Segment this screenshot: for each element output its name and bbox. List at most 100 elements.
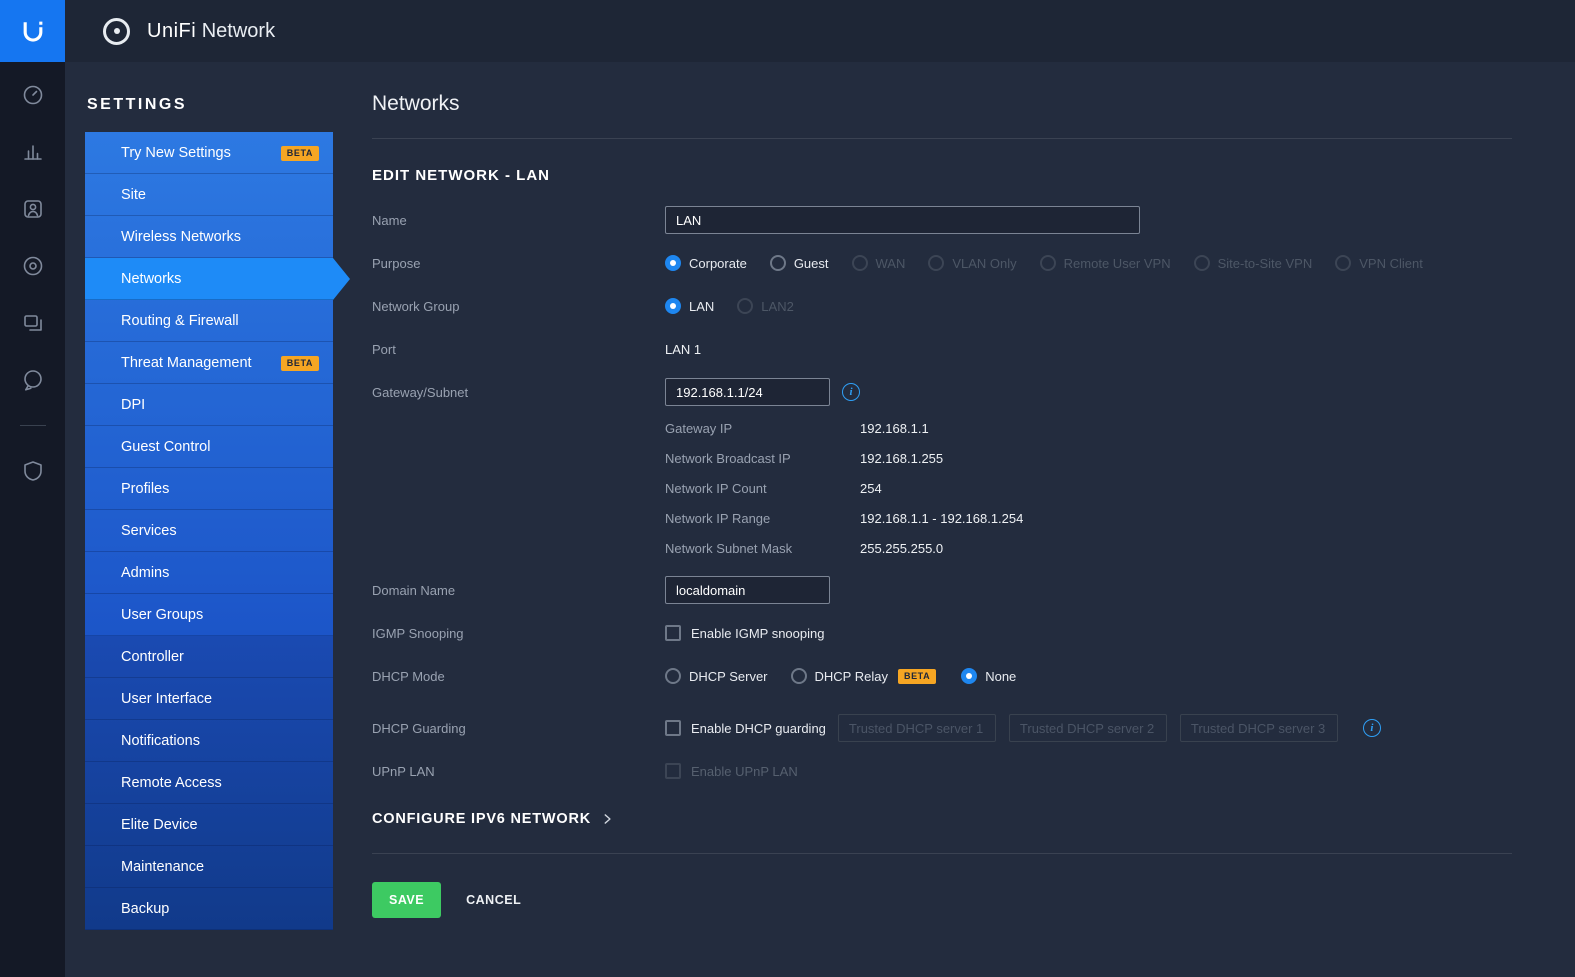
subnet-details: Gateway IP192.168.1.1Network Broadcast I… xyxy=(665,421,1512,556)
radio-label: WAN xyxy=(876,256,906,271)
purpose-label: Purpose xyxy=(372,256,665,271)
radio-guest[interactable]: Guest xyxy=(770,255,829,271)
dhcp-guarding-label: DHCP Guarding xyxy=(372,721,665,736)
sidebar-item-profiles[interactable]: Profiles xyxy=(85,468,333,510)
subnet-detail-row: Network IP Count254 xyxy=(665,481,1512,496)
statistics-icon[interactable] xyxy=(21,140,45,164)
sidebar-item-admins[interactable]: Admins xyxy=(85,552,333,594)
map-icon[interactable] xyxy=(21,311,45,335)
cancel-button[interactable]: CANCEL xyxy=(466,893,521,907)
dhcp-guarding-info-icon[interactable]: i xyxy=(1363,719,1381,737)
radio-none[interactable]: None xyxy=(961,668,1016,684)
sidebar-item-threat-management[interactable]: Threat Management BETA xyxy=(85,342,333,384)
radio-circle xyxy=(852,255,868,271)
sidebar-item-wireless-networks[interactable]: Wireless Networks xyxy=(85,216,333,258)
sidebar-item-try-new-settings[interactable]: Try New Settings BETA xyxy=(85,132,333,174)
sidebar-item-maintenance[interactable]: Maintenance xyxy=(85,846,333,888)
sidebar-item-elite-device[interactable]: Elite Device xyxy=(85,804,333,846)
detail-value: 192.168.1.1 - 192.168.1.254 xyxy=(860,511,1023,526)
radio-label: VLAN Only xyxy=(952,256,1016,271)
radio-label: Site-to-Site VPN xyxy=(1218,256,1313,271)
sidebar-item-label: Admins xyxy=(121,565,169,581)
radio-wan: WAN xyxy=(852,255,906,271)
sidebar-item-label: Site xyxy=(121,187,146,203)
devices-icon[interactable] xyxy=(21,254,45,278)
sidebar-item-label: Guest Control xyxy=(121,439,210,455)
igmp-snooping-row: IGMP Snooping Enable IGMP snooping xyxy=(372,619,1512,647)
sidebar-item-services[interactable]: Services xyxy=(85,510,333,552)
beta-badge: BETA xyxy=(281,356,319,371)
chat-icon[interactable] xyxy=(21,368,45,392)
sidebar-item-label: Notifications xyxy=(121,733,200,749)
radio-corporate[interactable]: Corporate xyxy=(665,255,747,271)
ubiquiti-logo[interactable] xyxy=(0,0,65,62)
radio-label: DHCP Relay xyxy=(815,669,888,684)
sidebar-item-notifications[interactable]: Notifications xyxy=(85,720,333,762)
sidebar-item-user-groups[interactable]: User Groups xyxy=(85,594,333,636)
dhcp-guarding-row: DHCP Guarding Enable DHCP guarding i xyxy=(372,714,1512,742)
purpose-row: Purpose Corporate Guest WAN VLAN Only Remote… xyxy=(372,249,1512,277)
radio-circle xyxy=(770,255,786,271)
save-button[interactable]: SAVE xyxy=(372,882,441,918)
dhcp-mode-row: DHCP Mode DHCP Server DHCP RelayBETA None xyxy=(372,662,1512,690)
radio-circle xyxy=(665,668,681,684)
dashboard-icon[interactable] xyxy=(21,83,45,107)
radio-label: None xyxy=(985,669,1016,684)
sidebar-item-site[interactable]: Site xyxy=(85,174,333,216)
checkbox-box xyxy=(665,720,681,736)
beta-badge: BETA xyxy=(281,146,319,161)
radio-remote-user-vpn: Remote User VPN xyxy=(1040,255,1171,271)
sidebar-item-label: Try New Settings xyxy=(121,145,231,161)
radio-label: LAN2 xyxy=(761,299,794,314)
sidebar-item-label: Threat Management xyxy=(121,355,252,371)
purpose-options: Corporate Guest WAN VLAN Only Remote User VP… xyxy=(665,255,1446,271)
radio-lan[interactable]: LAN xyxy=(665,298,714,314)
upnp-lan-row: UPnP LAN Enable UPnP LAN xyxy=(372,757,1512,785)
name-input[interactable] xyxy=(665,206,1140,234)
detail-value: 192.168.1.255 xyxy=(860,451,943,466)
radio-circle xyxy=(1335,255,1351,271)
clients-icon[interactable] xyxy=(21,197,45,221)
name-label: Name xyxy=(372,213,665,228)
dhcp-guarding-checkbox[interactable]: Enable DHCP guarding xyxy=(665,720,826,736)
sidebar-item-user-interface[interactable]: User Interface xyxy=(85,678,333,720)
checkbox-label: Enable IGMP snooping xyxy=(691,626,824,641)
sidebar-item-controller[interactable]: Controller xyxy=(85,636,333,678)
domain-name-label: Domain Name xyxy=(372,583,665,598)
radio-dhcp-server[interactable]: DHCP Server xyxy=(665,668,768,684)
sidebar-item-remote-access[interactable]: Remote Access xyxy=(85,762,333,804)
domain-name-input[interactable] xyxy=(665,576,830,604)
radio-circle xyxy=(737,298,753,314)
brand-name: UniFi xyxy=(147,20,196,42)
sidebar-item-label: Backup xyxy=(121,901,169,917)
settings-menu-bottom: ControllerUser Interface Notifications Rem… xyxy=(85,636,333,930)
radio-circle xyxy=(665,298,681,314)
header-divider xyxy=(372,138,1512,139)
sidebar-item-backup[interactable]: Backup xyxy=(85,888,333,930)
checkbox-box xyxy=(665,763,681,779)
gateway-subnet-input[interactable] xyxy=(665,378,830,406)
checkbox-label: Enable DHCP guarding xyxy=(691,721,826,736)
sidebar-item-routing-firewall[interactable]: Routing & Firewall xyxy=(85,300,333,342)
settings-heading: SETTINGS xyxy=(87,96,353,114)
page-title: Networks xyxy=(372,92,1512,116)
trusted-dhcp-server-1-input xyxy=(838,714,996,742)
app-root: UniFi Network SETTINGS Try New SettingsB… xyxy=(0,0,1575,977)
settings-menu: Try New Settings BETA Site Wireless Network… xyxy=(85,132,333,930)
gateway-subnet-label: Gateway/Subnet xyxy=(372,385,665,400)
configure-ipv6-link[interactable]: CONFIGURE IPV6 NETWORK xyxy=(372,811,614,827)
sidebar-item-guest-control[interactable]: Guest Control xyxy=(85,426,333,468)
detail-label: Gateway IP xyxy=(665,421,860,436)
shield-icon[interactable] xyxy=(21,459,45,483)
igmp-snooping-checkbox[interactable]: Enable IGMP snooping xyxy=(665,625,824,641)
gateway-info-icon[interactable]: i xyxy=(842,383,860,401)
sidebar-item-dpi[interactable]: DPI xyxy=(85,384,333,426)
detail-label: Network IP Count xyxy=(665,481,860,496)
checkbox-box xyxy=(665,625,681,641)
dhcp-mode-label: DHCP Mode xyxy=(372,669,665,684)
sidebar-item-networks[interactable]: Networks xyxy=(85,258,333,300)
radio-dhcp-relay[interactable]: DHCP RelayBETA xyxy=(791,668,939,684)
upnp-lan-label: UPnP LAN xyxy=(372,764,665,779)
radio-circle xyxy=(1040,255,1056,271)
chevron-right-icon xyxy=(600,812,614,826)
